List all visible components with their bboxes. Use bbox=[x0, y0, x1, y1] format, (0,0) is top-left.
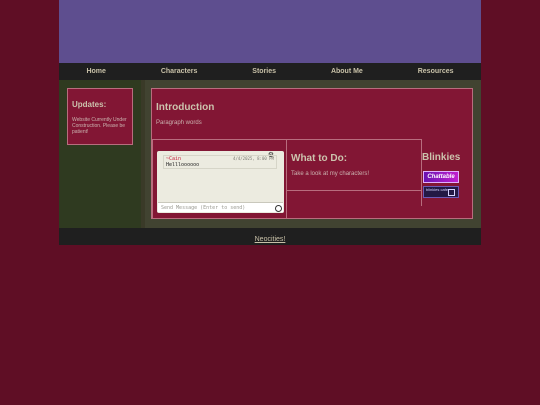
chat-message: ~Cain 4/4/2025, 8:00 PM Hellloooooo bbox=[163, 155, 277, 169]
emoji-icon[interactable] bbox=[275, 205, 282, 212]
content-grid: ⚙ ~Cain 4/4/2025, 8:00 PM Hellloooooo Se… bbox=[152, 139, 472, 219]
nav-bar: Home Characters Stories About Me Resourc… bbox=[59, 63, 481, 80]
nav-about-me[interactable]: About Me bbox=[331, 68, 363, 75]
chat-cell: ⚙ ~Cain 4/4/2025, 8:00 PM Hellloooooo Se… bbox=[152, 139, 287, 219]
chat-message-text: Hellloooooo bbox=[166, 162, 200, 168]
nav-home[interactable]: Home bbox=[86, 68, 105, 75]
chat-input[interactable]: Send Message (Enter to send) bbox=[158, 202, 283, 212]
updates-panel: Updates: Website Currently Under Constru… bbox=[67, 88, 133, 145]
todo-cell: What to Do: Take a look at my characters… bbox=[286, 139, 422, 191]
header-banner bbox=[59, 0, 481, 63]
intro-paragraph: Paragraph words bbox=[156, 120, 202, 126]
updates-title: Updates: bbox=[72, 100, 107, 109]
page-wrapper: Home Characters Stories About Me Resourc… bbox=[59, 0, 481, 245]
chattable-blinkie[interactable]: Chattable bbox=[423, 171, 459, 183]
nav-resources[interactable]: Resources bbox=[418, 68, 454, 75]
chat-widget: ⚙ ~Cain 4/4/2025, 8:00 PM Hellloooooo Se… bbox=[157, 151, 284, 213]
todo-text: Take a look at my characters! bbox=[291, 171, 370, 177]
main-panel: Introduction Paragraph words ⚙ ~Cain 4/4… bbox=[151, 88, 473, 219]
blinkies-cafe-blinkie[interactable]: blinkies cafe bbox=[423, 186, 459, 198]
neocities-link[interactable]: Neocities! bbox=[255, 236, 286, 243]
intro-title: Introduction bbox=[156, 102, 215, 113]
blinkies-title: Blinkies bbox=[422, 152, 461, 163]
monitor-icon bbox=[448, 189, 455, 196]
nav-characters[interactable]: Characters bbox=[161, 68, 198, 75]
blinkies-cell: Blinkies Chattable blinkies cafe bbox=[421, 139, 472, 206]
updates-text: Website Currently Under Construction. Pl… bbox=[72, 117, 127, 135]
blinkie2-label: blinkies cafe bbox=[426, 187, 449, 192]
footer: Neocities! bbox=[59, 228, 481, 245]
todo-title: What to Do: bbox=[291, 153, 348, 164]
chat-timestamp: 4/4/2025, 8:00 PM bbox=[233, 156, 274, 161]
nav-stories[interactable]: Stories bbox=[252, 68, 276, 75]
content-area: Updates: Website Currently Under Constru… bbox=[59, 80, 481, 228]
